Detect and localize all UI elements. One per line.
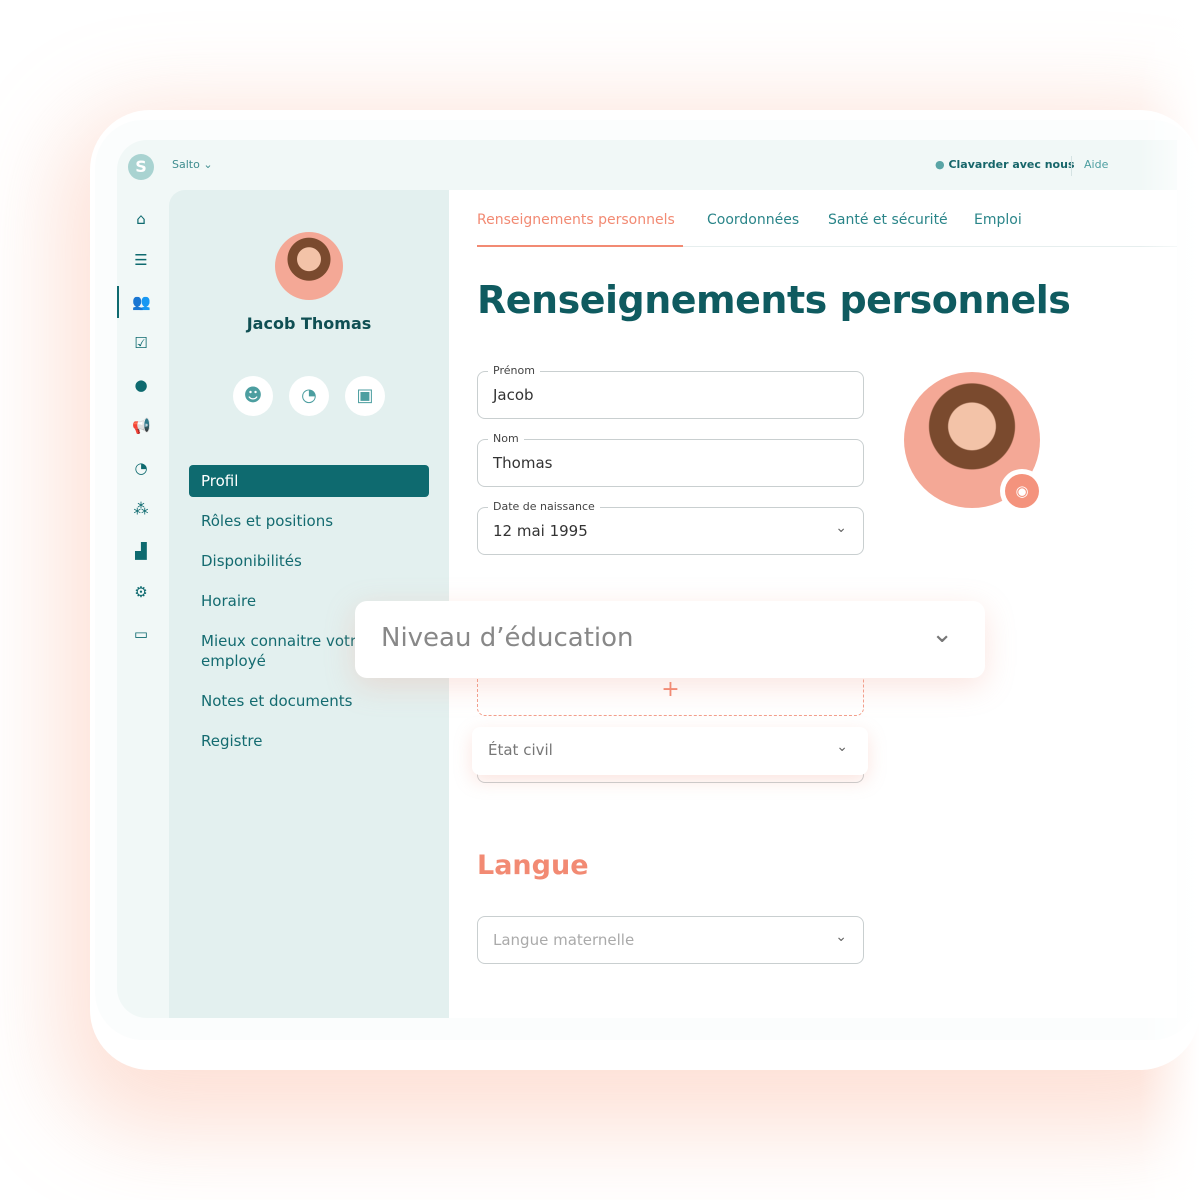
tab-renseignements[interactable]: Renseignements personnels [477, 212, 675, 228]
dob-label: Date de naissance [488, 500, 600, 513]
chevron-down-icon: ⌄ [836, 739, 848, 755]
edge-fade [1140, 0, 1200, 1200]
chart-icon[interactable]: ▟ [132, 542, 150, 560]
dob-field[interactable]: Date de naissance 12 mai 1995 ⌄ [477, 500, 864, 555]
megaphone-icon[interactable]: 📢 [132, 417, 151, 435]
profile-avatar [275, 232, 343, 300]
tab-coordonnees[interactable]: Coordonnées [707, 212, 799, 228]
chat-icon[interactable]: ● [132, 376, 150, 394]
rail-active-indicator [117, 286, 119, 318]
dob-value: 12 mai 1995 [493, 522, 588, 540]
nav-profil[interactable]: Profil [189, 465, 429, 497]
chevron-down-icon: ⌄ [835, 520, 847, 536]
chat-link[interactable]: ● Clavarder avec nous [935, 158, 1075, 171]
prenom-label: Prénom [488, 364, 540, 377]
message-button[interactable]: ☻ [233, 376, 273, 416]
tasks-icon[interactable]: ☑ [132, 334, 150, 352]
langue-placeholder: Langue maternelle [493, 931, 635, 949]
tab-emploi[interactable]: Emploi [974, 212, 1022, 228]
org-icon[interactable]: ⁂ [132, 500, 150, 518]
chat-label: Clavarder avec nous [948, 158, 1075, 171]
etat-civil-label: État civil [488, 741, 553, 759]
clock-icon[interactable]: ◔ [132, 459, 150, 477]
chevron-down-icon: ⌄ [203, 158, 213, 171]
tab-sante[interactable]: Santé et sécurité [828, 212, 948, 228]
home-icon[interactable]: ⌂ [132, 210, 150, 228]
gear-icon[interactable]: ⚙ [132, 583, 150, 601]
help-link[interactable]: Aide [1084, 158, 1108, 171]
divider [1071, 156, 1072, 176]
chevron-down-icon: ⌄ [931, 619, 953, 649]
camera-icon: ◉ [1005, 474, 1039, 508]
nom-value: Thomas [493, 454, 553, 472]
prenom-field[interactable]: Prénom Jacob [477, 364, 864, 419]
logo[interactable]: S [128, 154, 154, 180]
card-icon[interactable]: ▭ [132, 625, 150, 643]
app-window: S Salto ⌄ ● Clavarder avec nous Aide ⌂ ☰… [117, 140, 1177, 1018]
nom-field[interactable]: Nom Thomas [477, 432, 864, 487]
nav-roles[interactable]: Rôles et positions [189, 505, 429, 537]
education-select[interactable]: Niveau d’éducation ⌄ [355, 601, 985, 678]
chevron-down-icon: ⌄ [835, 929, 847, 945]
chat-icon: ● [935, 158, 945, 171]
timeline-icon[interactable]: ☰ [132, 251, 150, 269]
org-name: Salto [172, 158, 200, 171]
langue-heading: Langue [477, 850, 589, 881]
page-title: Renseignements personnels [477, 278, 1071, 322]
education-label: Niveau d’éducation [381, 623, 634, 653]
nav-registre[interactable]: Registre [189, 725, 429, 757]
profile-name: Jacob Thomas [246, 314, 372, 333]
org-selector[interactable]: Salto ⌄ [172, 158, 213, 171]
etat-civil-select[interactable]: État civil ⌄ [472, 727, 868, 775]
timesheet-button[interactable]: ◔ [289, 376, 329, 416]
camera-badge[interactable]: ◉ [1000, 469, 1044, 513]
prenom-value: Jacob [493, 386, 534, 404]
nav-notes[interactable]: Notes et documents [189, 685, 429, 717]
langue-select[interactable]: Langue maternelle ⌄ [477, 916, 864, 964]
nom-label: Nom [488, 432, 524, 445]
tab-underline [477, 245, 683, 247]
people-icon[interactable]: 👥 [132, 293, 151, 311]
contact-button[interactable]: ▣ [345, 376, 385, 416]
nav-disponibilites[interactable]: Disponibilités [189, 545, 429, 577]
